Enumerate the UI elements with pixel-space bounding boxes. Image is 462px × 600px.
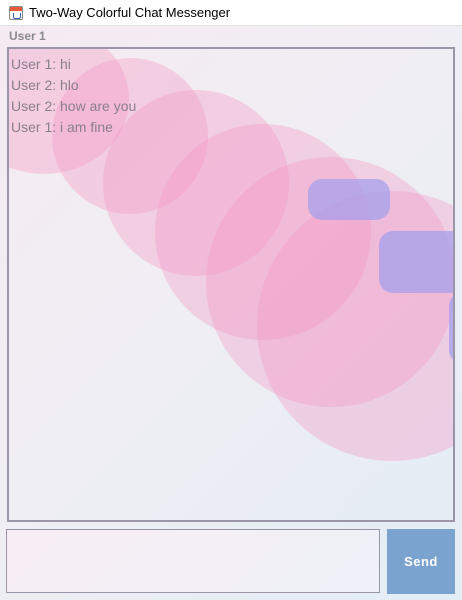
decor-pill-2	[379, 231, 453, 293]
java-cup-icon	[9, 5, 23, 20]
panel-label: User 1	[9, 29, 46, 43]
decor-pill-1	[308, 179, 390, 220]
message-item: User 2: hlo	[11, 77, 79, 93]
chat-panel: User 1 User 1: hi User 2: hlo User 2: ho…	[0, 26, 462, 600]
message-item: User 2: how are you	[11, 98, 137, 114]
decor-pill-3	[449, 292, 453, 364]
message-item: User 1: i am fine	[11, 119, 113, 135]
title-bar: Two-Way Colorful Chat Messenger	[0, 0, 462, 26]
send-button[interactable]: Send	[387, 529, 455, 594]
message-list: User 1: hi User 2: hlo User 2: how are y…	[11, 54, 136, 138]
window-title: Two-Way Colorful Chat Messenger	[29, 5, 231, 20]
message-item: User 1: hi	[11, 56, 71, 72]
message-input[interactable]	[6, 529, 380, 593]
chat-display[interactable]: User 1: hi User 2: hlo User 2: how are y…	[7, 47, 455, 522]
